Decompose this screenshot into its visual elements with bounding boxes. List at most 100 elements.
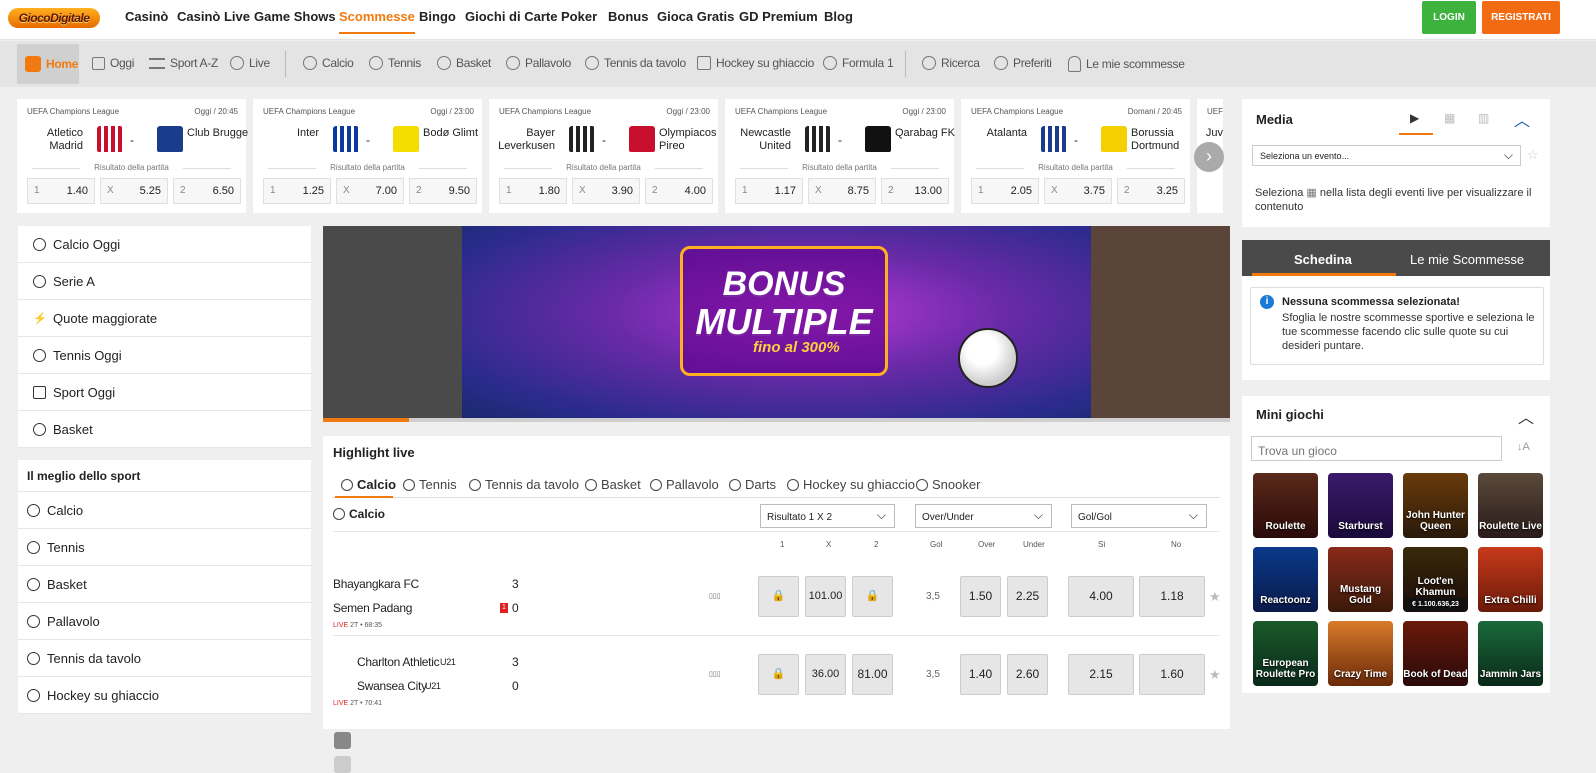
nav-blog[interactable]: Blog bbox=[824, 9, 853, 24]
left-menu-item[interactable]: Tennis bbox=[18, 529, 311, 566]
odds-button[interactable]: X 3.75 bbox=[1044, 178, 1112, 204]
mini-game-tile[interactable]: Roulette Live bbox=[1478, 473, 1543, 538]
sport-nav-ricerca[interactable]: Ricerca bbox=[922, 56, 980, 70]
odds-button[interactable]: 2 6.50 bbox=[173, 178, 241, 204]
odds-1-locked[interactable]: 🔒 bbox=[758, 654, 799, 695]
match-card[interactable]: UEFA Champions League Oggi / 23:00 Bayer L… bbox=[489, 99, 718, 213]
sport-nav-home[interactable]: Home bbox=[25, 56, 78, 72]
nav-bonus[interactable]: Bonus bbox=[608, 9, 648, 24]
highlight-tab[interactable]: Tennis bbox=[403, 477, 457, 492]
sport-nav-live[interactable]: Live bbox=[230, 56, 270, 70]
register-button[interactable]: REGISTRATI bbox=[1482, 1, 1560, 34]
odds-x[interactable]: 101.00 bbox=[805, 576, 846, 617]
highlight-tab[interactable]: Snooker bbox=[916, 477, 980, 492]
stats-icon[interactable]: ▯▯▯ bbox=[709, 670, 721, 678]
mini-game-tile[interactable]: John Hunter Queen bbox=[1403, 473, 1468, 538]
sport-nav-pallavolo[interactable]: Pallavolo bbox=[506, 56, 571, 70]
mini-game-tile[interactable]: Book of Dead bbox=[1403, 621, 1468, 686]
left-menu-item[interactable]: Basket bbox=[18, 411, 311, 448]
odds-no[interactable]: 1.18 bbox=[1139, 576, 1205, 617]
left-menu-item[interactable]: Pallavolo bbox=[18, 603, 311, 640]
highlight-tab[interactable]: Darts bbox=[729, 477, 776, 492]
sport-nav-oggi[interactable]: Oggi bbox=[92, 56, 134, 70]
game-search-input[interactable] bbox=[1251, 436, 1502, 461]
sport-nav-hockey[interactable]: Hockey su ghiaccio bbox=[697, 56, 814, 70]
collapse-chevron-up-icon[interactable]: ︿ bbox=[1518, 404, 1534, 428]
event-select[interactable]: Seleziona un evento... ⌵ bbox=[1252, 145, 1521, 166]
match-card[interactable]: UEFA Champions League Oggi / 23:00 Newcast… bbox=[725, 99, 955, 213]
sport-nav-formula-1[interactable]: Formula 1 bbox=[823, 56, 894, 70]
odds-button[interactable]: 2 9.50 bbox=[409, 178, 477, 204]
nav-gioca-gratis[interactable]: Gioca Gratis bbox=[657, 9, 734, 24]
nav-gd-premium[interactable]: GD Premium bbox=[739, 9, 818, 24]
sport-nav-calcio[interactable]: Calcio bbox=[303, 56, 354, 70]
nav-casino[interactable]: Casinò bbox=[125, 9, 168, 24]
odds-button[interactable]: X 5.25 bbox=[100, 178, 168, 204]
stats-icon[interactable]: ▯▯▯ bbox=[709, 592, 721, 600]
odds-button[interactable]: 2 13.00 bbox=[881, 178, 949, 204]
market-select-1x2[interactable]: Risultato 1 X 2 ⌵ bbox=[760, 504, 895, 528]
collapse-chevron-up-icon[interactable]: ︿ bbox=[1514, 107, 1530, 131]
odds-2[interactable]: 81.00 bbox=[852, 654, 893, 695]
odds-no[interactable]: 1.60 bbox=[1139, 654, 1205, 695]
odds-si[interactable]: 2.15 bbox=[1068, 654, 1134, 695]
left-menu-item[interactable]: ⚡ Quote maggiorate bbox=[18, 300, 311, 337]
odds-button[interactable]: 1 1.80 bbox=[499, 178, 567, 204]
promo-banner[interactable]: BONUS MULTIPLE fino al 300% bbox=[323, 226, 1230, 422]
highlight-tab[interactable]: Pallavolo bbox=[650, 477, 719, 492]
odds-2[interactable]: 🔒 bbox=[852, 576, 893, 617]
left-menu-item[interactable]: Basket bbox=[18, 566, 311, 603]
match-card[interactable]: UEFA Champions League Domani / 20:45 Atala… bbox=[961, 99, 1190, 213]
video-icon[interactable]: ▶ bbox=[1410, 111, 1419, 125]
favorite-star-icon[interactable]: ☆ bbox=[1527, 147, 1539, 163]
nav-giochi-di-carte[interactable]: Giochi di Carte bbox=[465, 9, 557, 24]
site-logo[interactable]: GiocoDigitale bbox=[8, 8, 100, 28]
highlight-tab[interactable]: Tennis da tavolo bbox=[469, 477, 579, 492]
odds-button[interactable]: X 8.75 bbox=[808, 178, 876, 204]
mini-game-tile[interactable]: Reactoonz bbox=[1253, 547, 1318, 612]
sort-az-icon[interactable]: ↓A bbox=[1517, 441, 1530, 453]
market-select-gol-gol[interactable]: Gol/Gol ⌵ bbox=[1071, 504, 1207, 528]
odds-1-locked[interactable]: 🔒 bbox=[758, 576, 799, 617]
left-menu-item[interactable]: Calcio bbox=[18, 492, 311, 529]
mini-game-tile[interactable]: Mustang Gold bbox=[1328, 547, 1393, 612]
nav-scommesse[interactable]: Scommesse bbox=[339, 9, 415, 34]
left-menu-item[interactable]: Sport Oggi bbox=[18, 374, 311, 411]
sport-nav-tennis-da-tavolo[interactable]: Tennis da tavolo bbox=[585, 56, 686, 70]
odds-under[interactable]: 2.60 bbox=[1007, 654, 1048, 695]
odds-over[interactable]: 1.40 bbox=[960, 654, 1001, 695]
nav-bingo[interactable]: Bingo bbox=[419, 9, 456, 24]
sport-nav-sport-a-z[interactable]: Sport A-Z bbox=[149, 56, 218, 70]
highlight-tab[interactable]: Basket bbox=[585, 477, 641, 492]
odds-under[interactable]: 2.25 bbox=[1007, 576, 1048, 617]
left-menu-item[interactable]: Calcio Oggi bbox=[18, 226, 311, 263]
login-button[interactable]: LOGIN bbox=[1422, 1, 1476, 34]
stats-icon[interactable]: ▥ bbox=[1478, 111, 1489, 125]
left-menu-item[interactable]: Tennis da tavolo bbox=[18, 640, 311, 677]
sport-nav-preferiti[interactable]: Preferiti bbox=[994, 56, 1052, 70]
odds-button[interactable]: 1 1.40 bbox=[27, 178, 95, 204]
mini-game-tile[interactable]: Loot'en Khamun € 1.100.636,23 bbox=[1403, 547, 1468, 612]
left-menu-item[interactable]: Hockey su ghiaccio bbox=[18, 677, 311, 714]
odds-button[interactable]: 2 4.00 bbox=[645, 178, 713, 204]
match-card[interactable]: UEFA Champions League Oggi / 23:00 Inter - B… bbox=[253, 99, 482, 213]
odds-button[interactable]: 1 2.05 bbox=[971, 178, 1039, 204]
odds-button[interactable]: 1 1.25 bbox=[263, 178, 331, 204]
nav-casino-live[interactable]: Casinò Live bbox=[177, 9, 250, 24]
odds-button[interactable]: X 3.90 bbox=[572, 178, 640, 204]
nav-game-shows[interactable]: Game Shows bbox=[254, 9, 336, 24]
sport-nav-le-mie-scommesse[interactable]: Le mie scommesse bbox=[1068, 56, 1185, 72]
favorite-star-icon[interactable]: ★ bbox=[1209, 667, 1221, 683]
sport-nav-tennis[interactable]: Tennis bbox=[369, 56, 421, 70]
mini-game-tile[interactable]: Roulette bbox=[1253, 473, 1318, 538]
match-card[interactable]: UEFA Champions League Oggi / 20:45 Atletic… bbox=[17, 99, 248, 213]
mini-game-tile[interactable]: European Roulette Pro bbox=[1253, 621, 1318, 686]
odds-button[interactable]: 2 3.25 bbox=[1117, 178, 1185, 204]
mini-game-tile[interactable]: Jammin Jars bbox=[1478, 621, 1543, 686]
tab-schedina[interactable]: Schedina bbox=[1294, 252, 1352, 267]
carousel-next-arrow-icon[interactable]: › bbox=[1194, 142, 1224, 172]
market-select-over-under[interactable]: Over/Under ⌵ bbox=[915, 504, 1052, 528]
odds-si[interactable]: 4.00 bbox=[1068, 576, 1134, 617]
odds-x[interactable]: 36.00 bbox=[805, 654, 846, 695]
tab-le-mie-scommesse[interactable]: Le mie Scommesse bbox=[1410, 252, 1524, 267]
